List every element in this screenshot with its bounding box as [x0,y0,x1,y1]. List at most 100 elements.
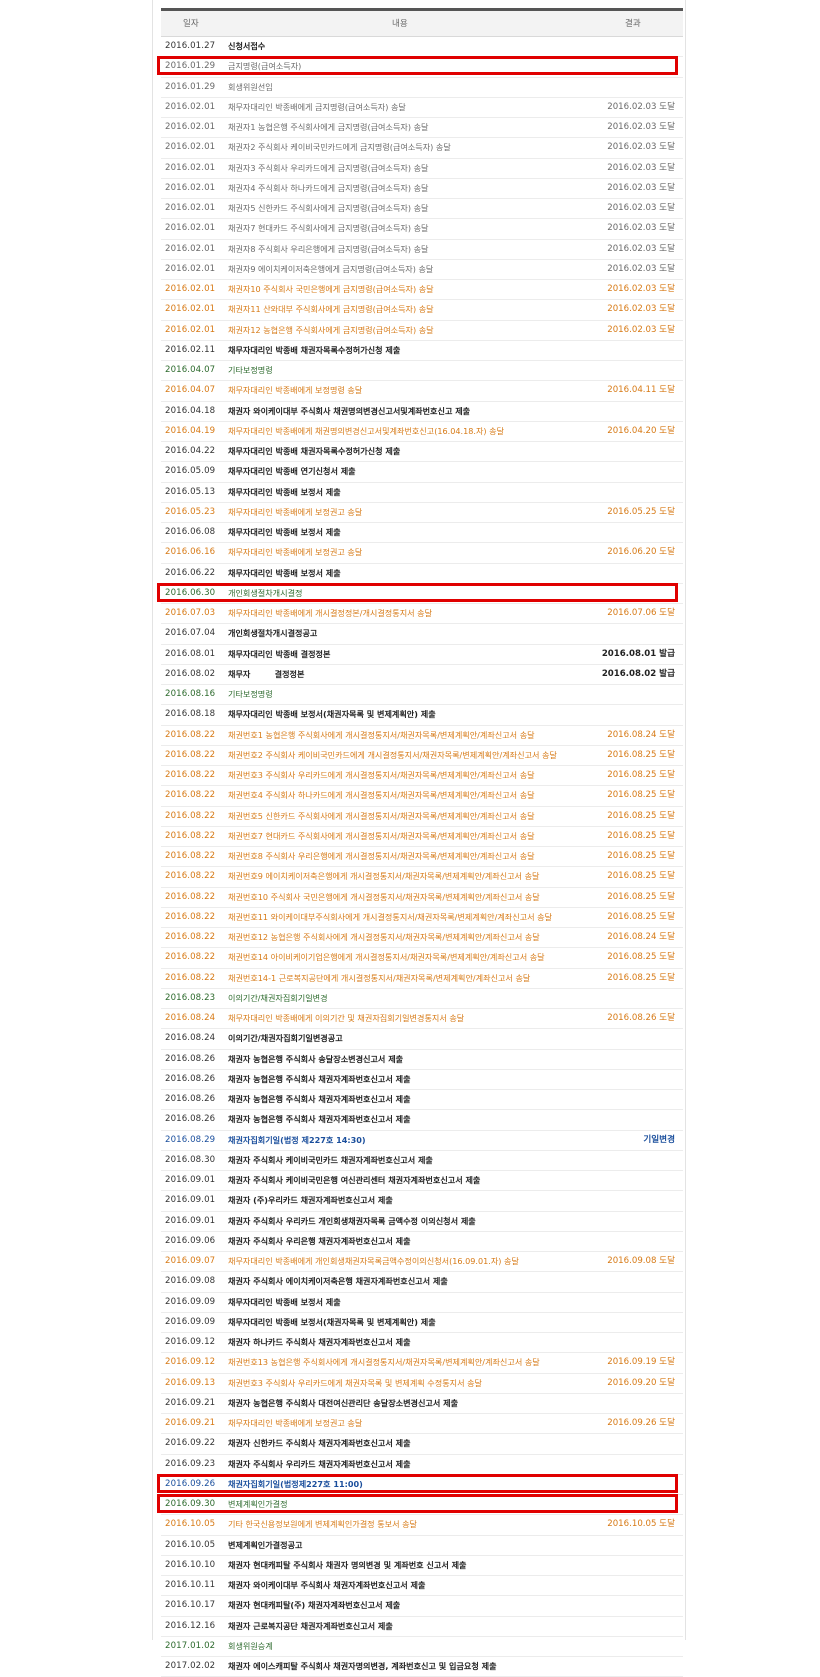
row-content: 채무자대리인 박종배 채권자목록수정허가신청 제출 [228,344,401,355]
table-row: 2016.10.10 채권자 현대캐피탈 주식회사 채권자 명의변경 및 계좌번호… [161,1556,683,1576]
row-content: 채권번호9 에이치케이저축은행에게 개시결정통지서/채권자목록/변제계획안/계좌… [228,871,540,882]
row-date: 2016.02.01 [165,122,216,132]
header-result: 결과 [625,19,641,29]
row-date: 2016.04.19 [165,425,216,436]
row-content: 채권번호3 주식회사 우리카드에게 채권자목록 및 변제계획 수정통지서 송달 [228,1377,482,1388]
row-date: 2016.09.01 [165,1175,216,1185]
table-row: 2016.08.02 채무자 결정정본 2016.08.02 발급 [161,665,683,685]
row-content: 기타 한국신용정보원에게 변제계획인가결정 통보서 송달 [228,1519,418,1530]
row-date: 2016.08.22 [165,770,216,780]
table-row-highlighted: 2016.01.29 금지명령(급여소득자) [157,56,683,78]
row-content: 채권번호11 와이케이대부주식회사에게 개시결정통지서/채권자목록/변제계획안/… [228,911,553,922]
row-date: 2016.08.26 [165,1073,216,1084]
row-result: 2016.02.03 도달 [607,203,675,213]
table-row: 2016.08.22 채권번호1 농협은행 주식회사에게 개시결정통지서/채권자목… [161,726,683,746]
table-row: 2016.05.23 채무자대리인 박종배에게 보정권고 송달 2016.05.25… [161,503,683,523]
table-row-highlighted: 2016.06.30 개인회생절차개시결정 [157,582,683,604]
row-date: 2016.02.01 [165,243,216,254]
row-content: 채권번호2 주식회사 케이비국민카드에게 개시결정통지서/채권자목록/변제계획안… [228,749,557,760]
header-date: 일자 [183,19,199,29]
row-content: 채무자대리인 박종배 연기신청서 제출 [228,466,356,477]
row-date: 2016.08.01 [165,648,216,659]
row-date: 2016.02.01 [165,162,216,173]
row-content: 채무자대리인 박종배에게 금지명령(급여소득자) 송달 [228,101,406,112]
row-content: 채권자 (주)우리카드 채권자계좌번호신고서 제출 [228,1195,393,1206]
table-row: 2016.04.07 채무자대리인 박종배에게 보정명령 송달 2016.04.11… [161,381,683,402]
row-result: 2016.08.25 도달 [607,830,675,841]
row-content: 채무자 결정정본 [228,668,305,679]
row-result: 2016.08.25 도달 [607,770,675,780]
table-row: 2016.02.11 채무자대리인 박종배 채권자목록수정허가신청 제출 [161,341,683,361]
row-date: 2016.09.23 [165,1458,216,1469]
row-date: 2016.02.01 [165,182,216,193]
row-result: 2016.02.03 도달 [607,122,675,132]
row-content: 채권자1 농협은행 주식회사에게 금지명령(급여소득자) 송달 [228,122,429,132]
row-content: 채권자 주식회사 에이치케이저축은행 채권자계좌번호신고서 제출 [228,1276,448,1287]
table-row: 2016.09.01 채권자 주식회사 우리카드 개인회생채권자목록 금액수정 이… [161,1212,683,1232]
row-result: 2016.09.08 도달 [607,1256,675,1266]
row-content: 채권자8 주식회사 우리은행에게 금지명령(급여소득자) 송달 [228,243,429,254]
row-result: 2016.10.05 도달 [607,1519,675,1530]
row-content: 채무자대리인 박종배에게 이의기간 및 채권자집회기일변경통지서 송달 [228,1013,465,1023]
row-date: 2016.08.22 [165,749,216,760]
table-row: 2016.02.01 채권자11 산와대부 주식회사에게 금지명령(급여소득자) … [161,300,683,321]
row-result: 2016.06.20 도달 [607,547,675,558]
row-content: 채권자 농협은행 주식회사 대전여신관리단 송달장소변경신고서 제출 [228,1397,459,1408]
row-date: 2016.10.17 [165,1600,216,1611]
row-result: 2016.07.06 도달 [607,608,675,618]
table-row: 2016.08.22 채권번호12 농협은행 주식회사에게 개시결정통지서/채권자… [161,928,683,949]
row-date: 2016.02.01 [165,304,216,315]
row-content: 채권자10 주식회사 국민은행에게 금지명령(급여소득자) 송달 [228,284,434,294]
row-content: 채권자 에이스캐피탈 주식회사 채권자명의변경, 계좌번호신고 및 입금요청 제… [228,1661,497,1671]
table-row: 2016.04.18 채권자 와이케이대부 주식회사 채권명의변경신고서및계좌번호… [161,402,683,422]
table-row: 2016.08.22 채권번호4 주식회사 하나카드에게 개시결정통지서/채권자목… [161,786,683,807]
table-row: 2016.05.13 채무자대리인 박종배 보정서 제출 [161,483,683,503]
row-date: 2016.02.01 [165,263,216,274]
row-date: 2016.07.03 [165,608,216,618]
header-content: 내용 [392,19,408,29]
table-row: 2016.09.12 채권번호13 농협은행 주식회사에게 개시결정통지서/채권자… [161,1353,683,1374]
table-row: 2016.08.22 채권번호5 신한카드 주식회사에게 개시결정통지서/채권자목… [161,807,683,827]
row-date: 2016.04.22 [165,446,216,456]
row-date: 2016.08.24 [165,1013,216,1023]
row-date: 2016.08.22 [165,891,216,902]
row-date: 2016.09.26 [165,1478,216,1489]
row-content: 채무자대리인 박종배에게 채권명의변경신고서및계좌번호신고(16.04.18.자… [228,425,505,436]
table-row: 2016.08.01 채무자대리인 박종배 결정정본 2016.08.01 발급 [161,645,683,665]
row-content: 채권자2 주식회사 케이비국민카드에게 금지명령(급여소득자) 송달 [228,142,451,153]
row-date: 2016.09.07 [165,1256,216,1266]
row-content: 채권자 농협은행 주식회사 채권자계좌번호신고서 제출 [228,1114,411,1125]
row-content: 채권자 주식회사 케이비국민은행 여신관리센터 채권자계좌번호신고서 제출 [228,1175,481,1185]
table-row: 2016.04.19 채무자대리인 박종배에게 채권명의변경신고서및계좌번호신고(… [161,422,683,442]
table-row: 2016.02.01 채무자대리인 박종배에게 금지명령(급여소득자) 송달 201… [161,98,683,118]
row-content: 채권자11 산와대부 주식회사에게 금지명령(급여소득자) 송달 [228,304,434,315]
table-row: 2016.10.11 채권자 와이케이대부 주식회사 채권자계좌번호신고서 제출 [161,1576,683,1597]
table-row: 2016.08.29 채권자집회기일(법정 제227호 14:30) 기일변경 [161,1131,683,1151]
row-date: 2016.09.06 [165,1235,216,1246]
row-content: 채권자 주식회사 우리카드 개인회생채권자목록 금액수정 이의신청서 제출 [228,1215,476,1226]
row-date: 2016.08.22 [165,972,216,983]
table-row: 2016.09.23 채권자 주식회사 우리카드 채권자계좌번호신고서 제출 [161,1455,683,1475]
row-date: 2016.09.13 [165,1377,216,1388]
table-row: 2016.02.01 채권자8 주식회사 우리은행에게 금지명령(급여소득자) 송… [161,240,683,260]
row-date: 2016.02.01 [165,324,216,335]
row-content: 회생위원승계 [228,1640,273,1651]
row-date: 2016.06.22 [165,567,216,578]
row-content: 채권자 와이케이대부 주식회사 채권명의변경신고서및계좌번호신고 제출 [228,405,471,416]
row-content: 채권번호10 주식회사 국민은행에게 개시결정통지서/채권자목록/변제계획안/계… [228,891,540,902]
row-date: 2016.01.27 [165,41,216,51]
table-row: 2016.02.01 채권자9 에이치케이저축은행에게 금지명령(급여소득자) 송… [161,260,683,280]
row-date: 2016.05.13 [165,486,216,497]
row-date: 2016.08.22 [165,911,216,922]
row-date: 2016.12.16 [165,1620,216,1631]
row-content: 채권번호13 농협은행 주식회사에게 개시결정통지서/채권자목록/변제계획안/계… [228,1357,540,1368]
table-row: 2016.07.03 채무자대리인 박종배에게 개시결정정본/개시결정통지서 송달… [161,604,683,625]
row-date: 2016.06.08 [165,527,216,537]
row-result: 2016.02.03 도달 [607,243,675,254]
table-row: 2016.08.22 채권번호14 아이비케이기업은행에게 개시결정통지서/채권자… [161,948,683,969]
table-row: 2016.01.29 회생위원선임 [161,78,683,98]
row-content: 채권자 하나카드 주식회사 채권자계좌번호신고서 제출 [228,1337,411,1347]
row-result: 기일변경 [643,1134,675,1145]
row-date: 2016.08.24 [165,1033,216,1044]
row-content: 채권자12 농협은행 주식회사에게 금지명령(급여소득자) 송달 [228,324,434,335]
